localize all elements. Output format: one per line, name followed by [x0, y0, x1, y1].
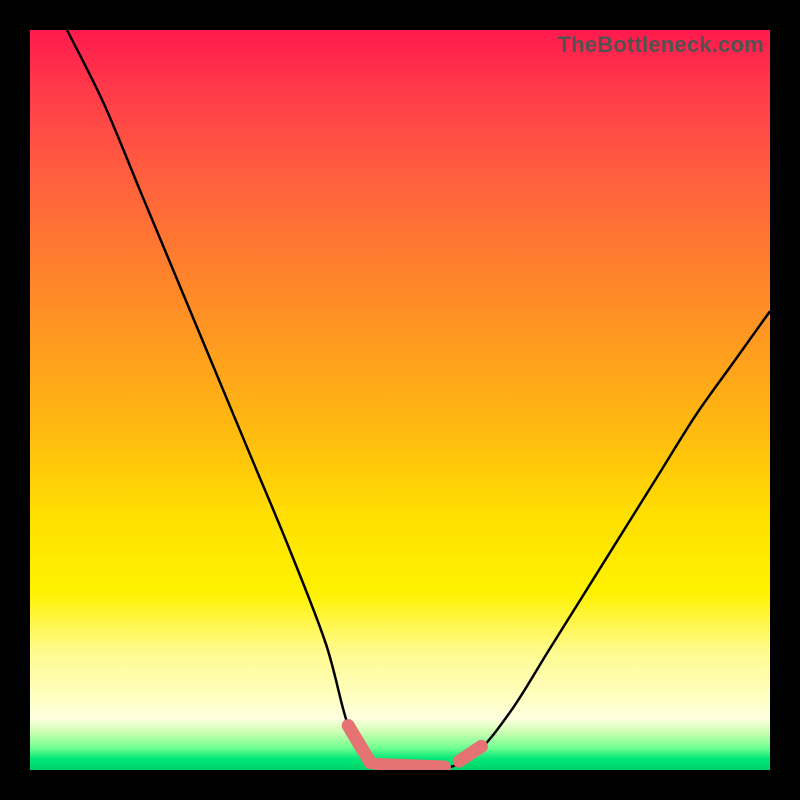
bottleneck-curve [67, 30, 770, 770]
chart-curves-svg [30, 30, 770, 770]
chart-frame: TheBottleneck.com [0, 0, 800, 800]
optimal-range-dash [459, 746, 481, 761]
optimal-range-dash [378, 764, 445, 767]
optimal-range-dash [348, 726, 370, 763]
watermark-text: TheBottleneck.com [558, 32, 764, 58]
optimal-range-marker [348, 726, 481, 767]
